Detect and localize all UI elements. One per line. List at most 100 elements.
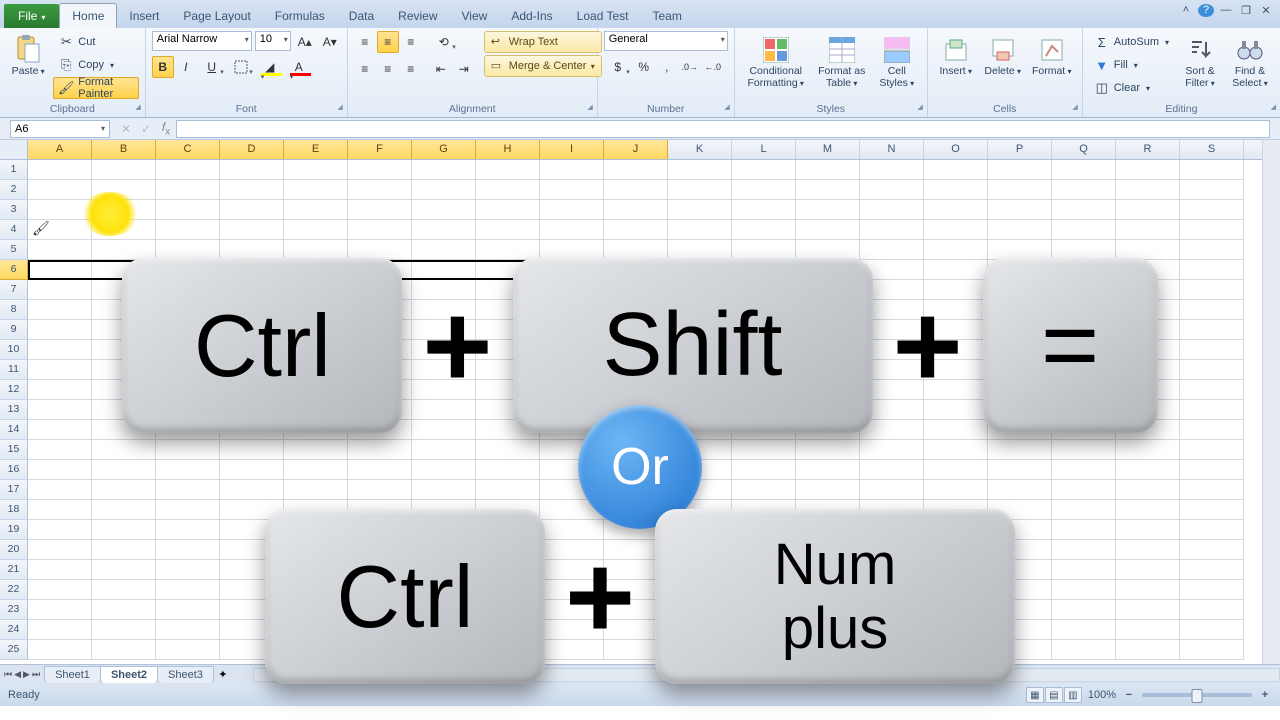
cell[interactable] <box>156 320 220 340</box>
align-top-button[interactable]: ≡ <box>354 31 376 53</box>
cell[interactable] <box>220 280 284 300</box>
column-header[interactable]: H <box>476 140 540 159</box>
row-header[interactable]: 15 <box>0 440 28 460</box>
cell[interactable] <box>1180 320 1244 340</box>
cell[interactable] <box>284 180 348 200</box>
cell[interactable] <box>284 280 348 300</box>
cell[interactable] <box>732 260 796 280</box>
cell[interactable] <box>28 500 92 520</box>
column-header[interactable]: O <box>924 140 988 159</box>
cell[interactable] <box>284 460 348 480</box>
cell[interactable] <box>732 360 796 380</box>
cell[interactable] <box>1116 180 1180 200</box>
row-header[interactable]: 20 <box>0 540 28 560</box>
cell[interactable] <box>988 260 1052 280</box>
cell[interactable] <box>732 180 796 200</box>
cell[interactable] <box>540 440 604 460</box>
cell[interactable] <box>412 600 476 620</box>
cell[interactable] <box>1180 620 1244 640</box>
cell[interactable] <box>1052 560 1116 580</box>
cell[interactable] <box>732 480 796 500</box>
cell[interactable] <box>1180 200 1244 220</box>
cell[interactable] <box>156 360 220 380</box>
cell[interactable] <box>412 260 476 280</box>
column-header[interactable]: M <box>796 140 860 159</box>
cell[interactable] <box>220 160 284 180</box>
cell[interactable] <box>540 160 604 180</box>
ribbon-minimize-icon[interactable]: ˄ <box>1178 4 1194 17</box>
row-header[interactable]: 12 <box>0 380 28 400</box>
cell[interactable] <box>988 560 1052 580</box>
cut-button[interactable]: ✂Cut <box>53 31 138 53</box>
cell[interactable] <box>860 420 924 440</box>
cell[interactable] <box>860 160 924 180</box>
cell[interactable] <box>156 460 220 480</box>
cell[interactable] <box>412 640 476 660</box>
cell[interactable] <box>92 500 156 520</box>
cell[interactable] <box>988 360 1052 380</box>
cell[interactable] <box>28 460 92 480</box>
cell[interactable] <box>412 400 476 420</box>
row-header[interactable]: 6 <box>0 260 28 280</box>
cell[interactable] <box>796 180 860 200</box>
cell[interactable] <box>540 340 604 360</box>
cell[interactable] <box>476 420 540 440</box>
cell[interactable] <box>284 380 348 400</box>
cell[interactable] <box>476 620 540 640</box>
cell[interactable] <box>540 620 604 640</box>
cell[interactable] <box>732 580 796 600</box>
cell[interactable] <box>284 540 348 560</box>
cell[interactable] <box>732 460 796 480</box>
cell[interactable] <box>860 620 924 640</box>
cell[interactable] <box>156 600 220 620</box>
cell[interactable] <box>1180 520 1244 540</box>
cell[interactable] <box>156 300 220 320</box>
comma-format-button[interactable]: , <box>656 56 678 78</box>
cell[interactable] <box>668 320 732 340</box>
cell[interactable] <box>668 380 732 400</box>
cell[interactable] <box>284 220 348 240</box>
column-header[interactable]: Q <box>1052 140 1116 159</box>
cell[interactable] <box>284 160 348 180</box>
row-header[interactable]: 7 <box>0 280 28 300</box>
cell[interactable] <box>924 580 988 600</box>
bold-button[interactable]: B <box>152 56 174 78</box>
cell[interactable] <box>1180 480 1244 500</box>
cell[interactable] <box>1116 520 1180 540</box>
cell[interactable] <box>156 440 220 460</box>
cell[interactable] <box>668 460 732 480</box>
cell[interactable] <box>476 280 540 300</box>
cell[interactable] <box>1116 420 1180 440</box>
cell[interactable] <box>540 460 604 480</box>
cell[interactable] <box>348 420 412 440</box>
addins-tab[interactable]: Add-Ins <box>499 4 564 28</box>
cell[interactable] <box>796 520 860 540</box>
cell[interactable] <box>860 640 924 660</box>
cell[interactable] <box>604 540 668 560</box>
cell[interactable] <box>668 420 732 440</box>
cell[interactable] <box>92 300 156 320</box>
cell[interactable] <box>412 180 476 200</box>
cell[interactable] <box>156 560 220 580</box>
cell[interactable] <box>1180 420 1244 440</box>
cell[interactable] <box>540 580 604 600</box>
cell[interactable] <box>220 460 284 480</box>
cell[interactable] <box>860 220 924 240</box>
cell[interactable] <box>348 340 412 360</box>
cell[interactable] <box>92 360 156 380</box>
cell[interactable] <box>1052 600 1116 620</box>
cell[interactable] <box>1180 260 1244 280</box>
cell[interactable] <box>92 420 156 440</box>
cell[interactable] <box>412 380 476 400</box>
column-header[interactable]: B <box>92 140 156 159</box>
cell[interactable] <box>796 300 860 320</box>
cell[interactable] <box>668 300 732 320</box>
cell[interactable] <box>156 380 220 400</box>
cell[interactable] <box>476 400 540 420</box>
row-header[interactable]: 24 <box>0 620 28 640</box>
cell[interactable] <box>156 500 220 520</box>
cell[interactable] <box>860 480 924 500</box>
row-header[interactable]: 3 <box>0 200 28 220</box>
home-tab[interactable]: Home <box>59 3 117 28</box>
cell[interactable] <box>156 480 220 500</box>
